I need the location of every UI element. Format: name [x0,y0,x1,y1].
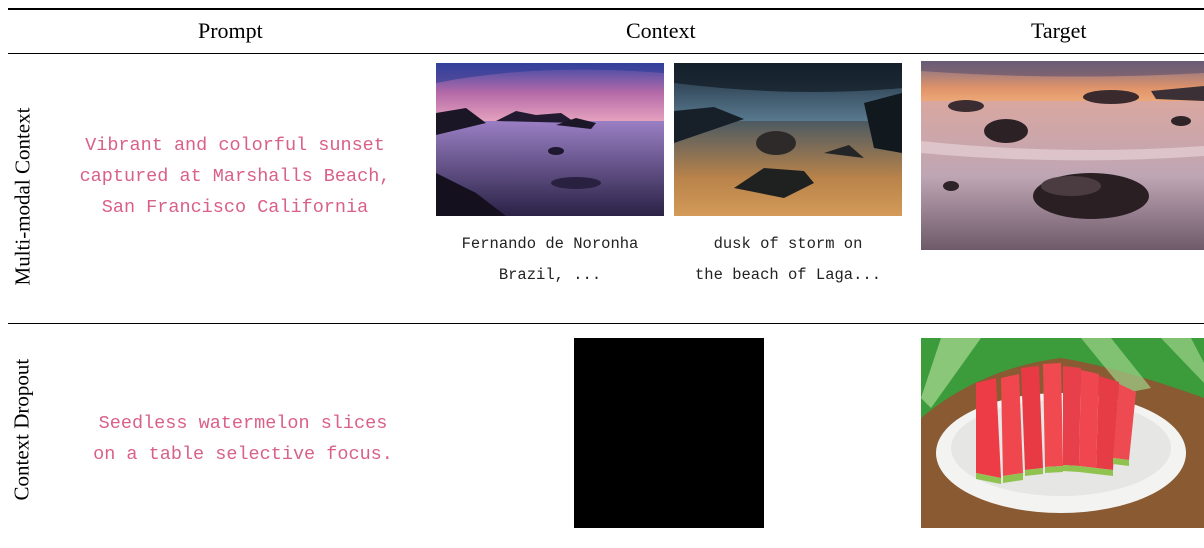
row-separator-rule [8,323,1204,324]
prompt-text-row1: Vibrant and colorful sunset captured at … [79,135,391,218]
target-image-watermelon [921,338,1204,528]
context-image-stormy-dusk [674,63,902,216]
context-image-dropout-black [574,338,764,528]
context-caption-2: dusk of storm on the beach of Laga... [694,235,882,284]
header-target: Target [1031,18,1087,43]
header-rule [8,53,1204,54]
row-label-multimodal: Multi-modal Context [10,107,35,286]
context-image-purple-sunset [436,63,664,216]
prompt-text-row2: Seedless watermelon slices on a table se… [93,413,393,465]
header-context: Context [626,18,696,43]
target-image-sunset-waves [921,61,1204,250]
header-prompt: Prompt [198,18,263,43]
row-label-context-dropout: Context Dropout [9,358,34,501]
context-caption-1: Fernando de Noronha Brazil, ... [461,235,639,284]
top-rule [8,8,1204,10]
